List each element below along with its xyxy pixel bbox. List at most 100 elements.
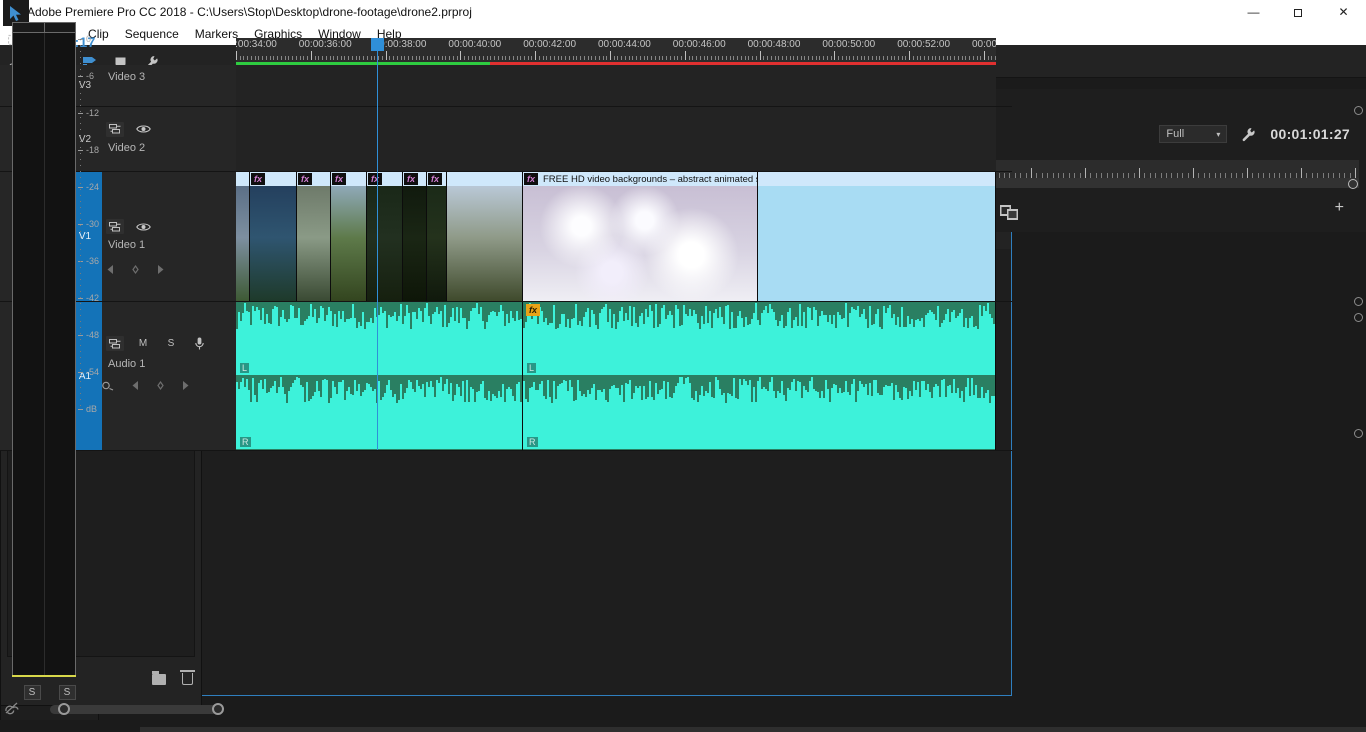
clip-thumbnail bbox=[427, 186, 446, 301]
eye-icon[interactable] bbox=[134, 219, 152, 234]
add-keyframe-icon[interactable] bbox=[156, 380, 165, 391]
program-duration-timecode[interactable]: 00:01:01:27 bbox=[1270, 126, 1350, 142]
audio-channel-l: L bbox=[236, 302, 522, 375]
audio-meter-minor-dot bbox=[80, 321, 81, 322]
timeline-horizontal-scrollbar[interactable] bbox=[8, 702, 998, 718]
audio-channel-l: L bbox=[523, 302, 995, 375]
new-custom-bin-icon[interactable] bbox=[152, 670, 166, 685]
audio-meter-minor-dot bbox=[80, 315, 81, 316]
audio-meter-minor-dot bbox=[80, 261, 81, 262]
clip-header-bar: fx bbox=[331, 172, 366, 186]
video-clip[interactable]: fx bbox=[297, 172, 331, 301]
track-lane-v2[interactable] bbox=[236, 107, 996, 171]
timeline-tracks: V3Video 3V2Video 2V1Video 1fxfxfxfxfxfxM… bbox=[0, 65, 1012, 451]
track-volume-icon[interactable] bbox=[102, 380, 115, 391]
timeline-ruler[interactable]: 00:00:34:0000:00:36:0000:00:38:0000:00:4… bbox=[236, 38, 996, 62]
audio-channel-label: L bbox=[240, 363, 250, 373]
audio-meter-minor-dot bbox=[80, 81, 81, 82]
clip-header-bar bbox=[447, 172, 522, 186]
timeline-playhead-head[interactable] bbox=[371, 38, 384, 51]
fx-badge-icon: fx bbox=[526, 304, 540, 316]
solo-right-button[interactable]: S bbox=[58, 685, 76, 700]
maximize-button[interactable] bbox=[1276, 0, 1321, 24]
next-keyframe-icon[interactable] bbox=[181, 380, 190, 391]
video-clip[interactable] bbox=[236, 172, 250, 301]
toggle-sync-lock-icon[interactable] bbox=[106, 336, 124, 351]
close-button[interactable]: ✕ bbox=[1321, 0, 1366, 24]
solo-track-button[interactable]: S bbox=[162, 336, 180, 351]
audio-meter-tick bbox=[78, 150, 83, 151]
clip-thumbnail bbox=[331, 186, 366, 301]
fx-badge-icon: fx bbox=[298, 173, 312, 185]
audio-meter-minor-dot bbox=[80, 267, 81, 268]
video-clip[interactable]: fx bbox=[250, 172, 297, 301]
delete-icon[interactable] bbox=[180, 670, 195, 685]
scrollbar-left-handle[interactable] bbox=[58, 703, 70, 715]
playback-resolution-dropdown[interactable]: Full ▾ bbox=[1159, 125, 1228, 143]
audio-meter-columns[interactable] bbox=[12, 33, 76, 677]
audio-meter-minor-dot bbox=[80, 129, 81, 130]
next-keyframe-icon[interactable] bbox=[156, 264, 165, 275]
audio-clip[interactable]: fx L R bbox=[523, 302, 996, 450]
video-clip[interactable]: fxMy Best Drone Shot bbox=[427, 172, 447, 301]
add-keyframe-icon[interactable] bbox=[131, 264, 140, 275]
audio-meter-minor-dot bbox=[80, 171, 81, 172]
audio-clip[interactable]: LR bbox=[236, 302, 523, 450]
track-controls bbox=[106, 219, 152, 234]
settings-wrench-icon[interactable] bbox=[1241, 127, 1256, 142]
audio-meter-minor-dot bbox=[80, 63, 81, 64]
zoom-bar-right-handle[interactable] bbox=[1348, 179, 1358, 189]
audio-meter-minor-dot bbox=[80, 237, 81, 238]
video-clip[interactable] bbox=[447, 172, 523, 301]
scrollbar-right-handle[interactable] bbox=[212, 703, 224, 715]
audio-meter-minor-dot bbox=[80, 87, 81, 88]
mute-track-button[interactable]: M bbox=[134, 336, 152, 351]
track-height-cue[interactable] bbox=[1354, 313, 1363, 322]
previous-keyframe-icon[interactable] bbox=[106, 264, 115, 275]
clip-thumbnail bbox=[523, 186, 757, 301]
audio-meter-tick bbox=[78, 372, 83, 373]
video-clip[interactable]: fx bbox=[367, 172, 403, 301]
video-clip[interactable]: fx bbox=[403, 172, 427, 301]
button-editor-button[interactable]: + bbox=[1335, 199, 1344, 217]
audio-channel-label: R bbox=[527, 437, 538, 447]
track-lane-v3[interactable] bbox=[236, 65, 996, 106]
audio-meter-minor-dot bbox=[80, 39, 81, 40]
clip-header-bar: fx bbox=[403, 172, 426, 186]
audio-meter-tick bbox=[78, 76, 83, 77]
track-lane-v1[interactable]: fxfxfxfxfxfxMy Best Drone ShotfxFREE HD … bbox=[236, 172, 996, 301]
fx-badge-icon: fx bbox=[404, 173, 418, 185]
scrollbar-track[interactable] bbox=[50, 705, 218, 714]
track-height-cue[interactable] bbox=[1354, 106, 1363, 115]
clip-thumbnail bbox=[236, 186, 249, 301]
toggle-sync-lock-icon[interactable] bbox=[106, 219, 124, 234]
microphone-icon[interactable] bbox=[190, 336, 208, 351]
solo-left-button[interactable]: S bbox=[23, 685, 41, 700]
previous-keyframe-icon[interactable] bbox=[131, 380, 140, 391]
toggle-sync-lock-icon[interactable] bbox=[106, 121, 124, 137]
track-lane-a1[interactable]: L Rfx L R bbox=[236, 302, 996, 450]
chevron-down-icon: ▾ bbox=[1216, 129, 1221, 139]
audio-meter-minor-dot bbox=[80, 153, 81, 154]
audio-meter-header bbox=[12, 22, 76, 33]
clip-header-bar: fx bbox=[297, 172, 330, 186]
video-clip[interactable]: fx bbox=[331, 172, 367, 301]
audio-meter-minor-dot bbox=[80, 279, 81, 280]
track-height-cue[interactable] bbox=[1354, 429, 1363, 438]
timeline-ruler-label: 00:00:44:00 bbox=[598, 39, 651, 50]
audio-meter-minor-dot bbox=[80, 213, 81, 214]
menu-sequence[interactable]: Sequence bbox=[117, 24, 187, 45]
audio-meter-minor-dot bbox=[80, 141, 81, 142]
audio-meter-minor-dot bbox=[80, 387, 81, 388]
video-clip[interactable] bbox=[758, 172, 996, 301]
audio-meter-tick bbox=[78, 298, 83, 299]
video-clip[interactable]: fx FREE HD video backgrounds – abstract a… bbox=[523, 172, 758, 301]
audio-meter-minor-dot bbox=[80, 99, 81, 100]
track-height-cue[interactable] bbox=[1354, 297, 1363, 306]
track-controls bbox=[106, 121, 152, 137]
audio-meter-label: -12 bbox=[86, 108, 100, 118]
minimize-button[interactable]: — bbox=[1231, 0, 1276, 24]
audio-meter-tick bbox=[78, 409, 83, 410]
eye-icon[interactable] bbox=[134, 122, 152, 137]
audio-meter-minor-dot bbox=[80, 399, 81, 400]
